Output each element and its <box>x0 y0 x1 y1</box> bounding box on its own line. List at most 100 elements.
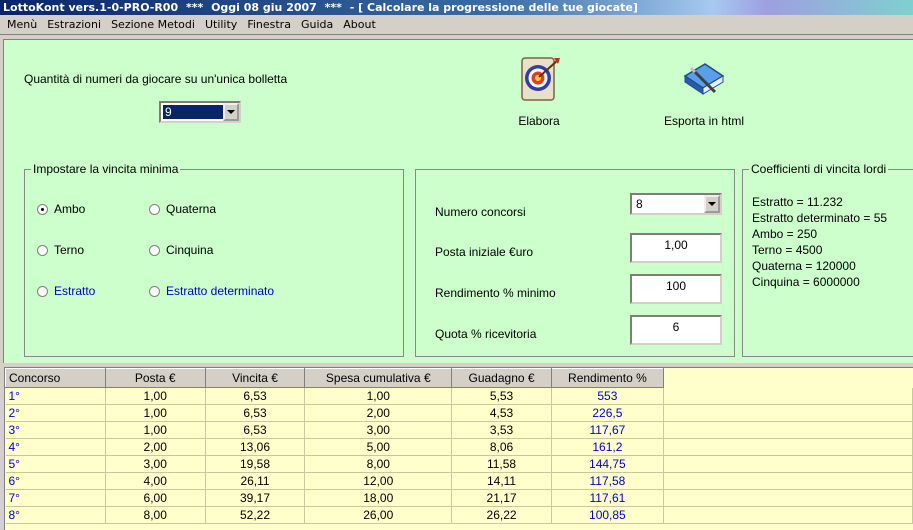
quantity-dropdown-button[interactable] <box>223 103 239 121</box>
cell-vincita: 19,58 <box>205 455 306 473</box>
table-row[interactable]: 8° 8,00 52,22 26,00 26,22 100,85 <box>5 506 913 524</box>
cell-rendimento: 117,58 <box>551 472 664 490</box>
radio-cinquina[interactable]: Cinquina <box>149 243 213 257</box>
table-row[interactable]: 6° 4,00 26,11 12,00 14,11 117,58 <box>5 472 913 490</box>
cell-posta: 3,00 <box>105 455 206 473</box>
cell-guadagno: 3,53 <box>451 421 552 439</box>
radio-estratto-label: Estratto <box>54 284 96 298</box>
coef-terno: Terno = 4500 <box>752 243 823 257</box>
column-header-rendimento[interactable]: Rendimento % <box>550 368 664 388</box>
export-html-button[interactable]: Esporta in html <box>654 54 754 128</box>
cell-spesa: 26,00 <box>304 506 453 524</box>
quota-label: Quota % ricevitoria <box>435 327 537 341</box>
radio-estratto-determinato[interactable]: Estratto determinato <box>149 284 274 298</box>
quota-input[interactable]: 6 <box>630 315 722 345</box>
elabora-label: Elabora <box>518 114 560 128</box>
radio-quaterna-label: Quaterna <box>166 202 217 216</box>
window-titlebar: LottoKont vers.1-0-PRO-R00 *** Oggi 08 g… <box>0 0 913 15</box>
vincita-minima-legend: Impostare la vincita minima <box>31 162 181 176</box>
coefficients-legend: Coefficienti di vincita lordi <box>749 162 889 176</box>
quantity-select[interactable]: 9 <box>159 101 241 123</box>
column-header-concorso[interactable]: Concorso <box>5 368 106 388</box>
radio-dot-icon <box>149 203 160 215</box>
menu-sezione-metodi[interactable]: Sezione Metodi <box>106 16 200 34</box>
menu-bar: Menù Estrazioni Sezione Metodi Utility F… <box>0 15 913 35</box>
cell-vincita: 6,53 <box>205 421 306 439</box>
table-row[interactable]: 2° 1,00 6,53 2,00 4,53 226,5 <box>5 404 913 422</box>
cell-vincita: 52,22 <box>205 506 306 524</box>
cell-filler <box>663 438 913 456</box>
rendimento-input[interactable]: 100 <box>630 274 722 304</box>
cell-guadagno: 21,17 <box>451 489 552 507</box>
concorsi-dropdown-button[interactable] <box>704 195 720 213</box>
radio-cinquina-label: Cinquina <box>166 243 214 257</box>
cell-guadagno: 8,06 <box>451 438 552 456</box>
radio-dot-selected-icon <box>37 203 48 215</box>
table-header-row: Concorso Posta € Vincita € Spesa cumulat… <box>5 368 913 388</box>
radio-estratto-determinato-label: Estratto determinato <box>166 284 275 298</box>
cell-filler <box>663 421 913 439</box>
column-header-spesa[interactable]: Spesa cumulativa € <box>304 368 453 388</box>
radio-quaterna[interactable]: Quaterna <box>149 202 216 216</box>
cell-guadagno: 26,22 <box>451 506 552 524</box>
table-row[interactable]: 3° 1,00 6,53 3,00 3,53 117,67 <box>5 421 913 439</box>
concorsi-label: Numero concorsi <box>435 205 526 219</box>
coef-ambo: Ambo = 250 <box>752 227 818 241</box>
cell-rendimento: 144,75 <box>551 455 664 473</box>
results-grid[interactable]: Concorso Posta € Vincita € Spesa cumulat… <box>4 367 913 530</box>
cell-posta: 2,00 <box>105 438 206 456</box>
cell-concorso: 2° <box>5 404 106 422</box>
radio-terno[interactable]: Terno <box>37 243 84 257</box>
parameters-group: Numero concorsi 8 Posta iniziale €uro 1,… <box>415 169 735 357</box>
target-icon <box>516 54 562 104</box>
concorsi-select[interactable]: 8 <box>630 193 722 215</box>
menu-finestra[interactable]: Finestra <box>242 16 296 34</box>
rendimento-label: Rendimento % minimo <box>435 286 556 300</box>
cell-concorso: 1° <box>5 387 106 405</box>
menu-estrazioni[interactable]: Estrazioni <box>42 16 106 34</box>
table-row[interactable]: 1° 1,00 6,53 1,00 5,53 553 <box>5 387 913 405</box>
posta-input[interactable]: 1,00 <box>630 233 722 263</box>
cell-posta: 8,00 <box>105 506 206 524</box>
coef-estratto: Estratto = 11.232 <box>752 195 843 209</box>
menu-menu[interactable]: Menù <box>2 16 42 34</box>
cell-rendimento: 553 <box>551 387 664 405</box>
menu-guida[interactable]: Guida <box>296 16 338 34</box>
book-pen-icon <box>681 54 727 104</box>
cell-guadagno: 4,53 <box>451 404 552 422</box>
cell-guadagno: 11,58 <box>451 455 552 473</box>
column-header-vincita[interactable]: Vincita € <box>204 368 306 388</box>
radio-ambo[interactable]: Ambo <box>37 202 85 216</box>
table-row[interactable]: 5° 3,00 19,58 8,00 11,58 144,75 <box>5 455 913 473</box>
menu-utility[interactable]: Utility <box>200 16 242 34</box>
radio-dot-icon <box>149 244 160 256</box>
menu-about[interactable]: About <box>338 16 381 34</box>
cell-rendimento: 161,2 <box>551 438 664 456</box>
cell-rendimento: 117,61 <box>551 489 664 507</box>
cell-guadagno: 14,11 <box>451 472 552 490</box>
cell-filler <box>663 472 913 490</box>
cell-filler <box>663 489 913 507</box>
cell-concorso: 8° <box>5 506 106 524</box>
radio-estratto[interactable]: Estratto <box>37 284 95 298</box>
posta-label: Posta iniziale €uro <box>435 245 534 259</box>
radio-terno-label: Terno <box>54 243 85 257</box>
elabora-button[interactable]: Elabora <box>509 54 569 128</box>
column-header-posta[interactable]: Posta € <box>104 368 206 388</box>
cell-concorso: 7° <box>5 489 106 507</box>
cell-vincita: 13,06 <box>205 438 306 456</box>
chevron-down-icon <box>708 202 716 206</box>
results-table: Concorso Posta € Vincita € Spesa cumulat… <box>5 368 913 524</box>
column-header-guadagno[interactable]: Guadagno € <box>451 368 552 388</box>
cell-concorso: 5° <box>5 455 106 473</box>
table-row[interactable]: 4° 2,00 13,06 5,00 8,06 161,2 <box>5 438 913 456</box>
table-row[interactable]: 7° 6,00 39,17 18,00 21,17 117,61 <box>5 489 913 507</box>
title-stars-2: *** <box>324 1 342 14</box>
cell-guadagno: 5,53 <box>451 387 552 405</box>
export-html-label: Esporta in html <box>663 114 745 128</box>
cell-spesa: 5,00 <box>304 438 453 456</box>
title-date: Oggi 08 giu 2007 <box>211 1 317 14</box>
cell-spesa: 18,00 <box>304 489 453 507</box>
cell-filler <box>663 506 913 524</box>
cell-concorso: 4° <box>5 438 106 456</box>
